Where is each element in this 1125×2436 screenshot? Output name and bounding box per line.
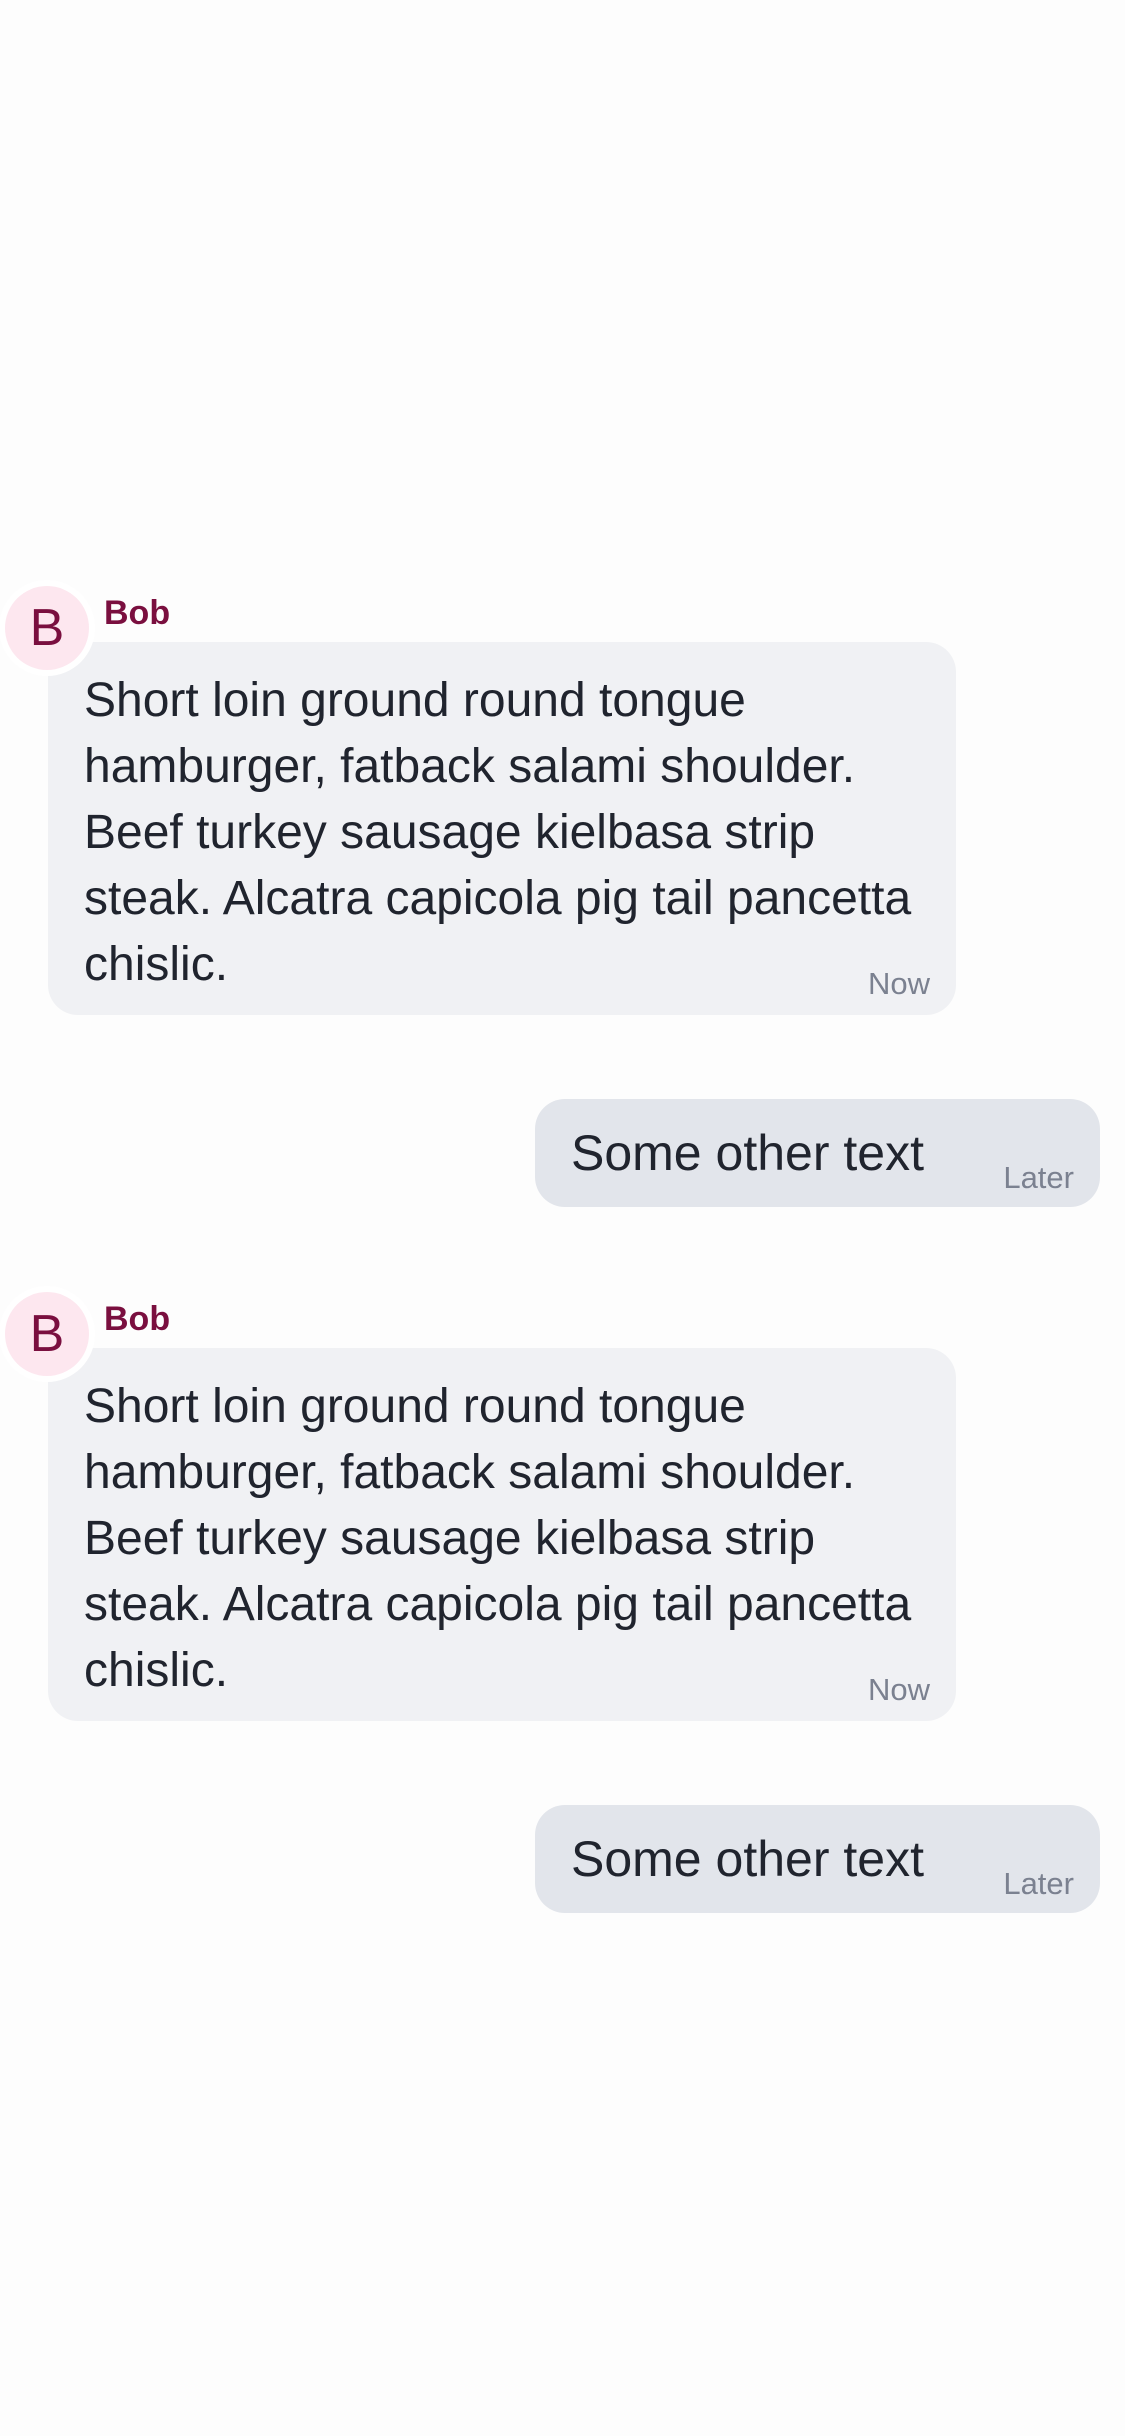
message-bubble[interactable]: Short loin ground round tongue hamburger… — [48, 642, 956, 1015]
message-text: Short loin ground round tongue hamburger… — [84, 1380, 912, 1697]
message-timestamp: Later — [1003, 1160, 1074, 1195]
avatar[interactable]: B — [5, 586, 89, 670]
message-timestamp: Later — [1003, 1866, 1074, 1901]
message-timestamp: Now — [867, 1672, 930, 1707]
message-text: Some other text — [571, 1125, 924, 1181]
message-text: Some other text — [571, 1831, 924, 1887]
sender-name: Bob — [104, 594, 171, 632]
message-bubble[interactable]: Short loin ground round tongue hamburger… — [48, 1348, 956, 1721]
message-list: B Bob Short loin ground round tongue ham… — [0, 0, 1125, 2436]
message-text: Short loin ground round tongue hamburger… — [84, 674, 912, 991]
avatar-initial: B — [29, 599, 65, 657]
outgoing-message-bubble[interactable]: Some other text Later — [535, 1099, 1100, 1207]
outgoing-message-bubble[interactable]: Some other text Later — [535, 1805, 1100, 1913]
message-timestamp: Now — [867, 966, 930, 1001]
avatar[interactable]: B — [5, 1292, 89, 1376]
sender-name: Bob — [104, 1300, 171, 1338]
avatar-initial: B — [29, 1305, 65, 1363]
